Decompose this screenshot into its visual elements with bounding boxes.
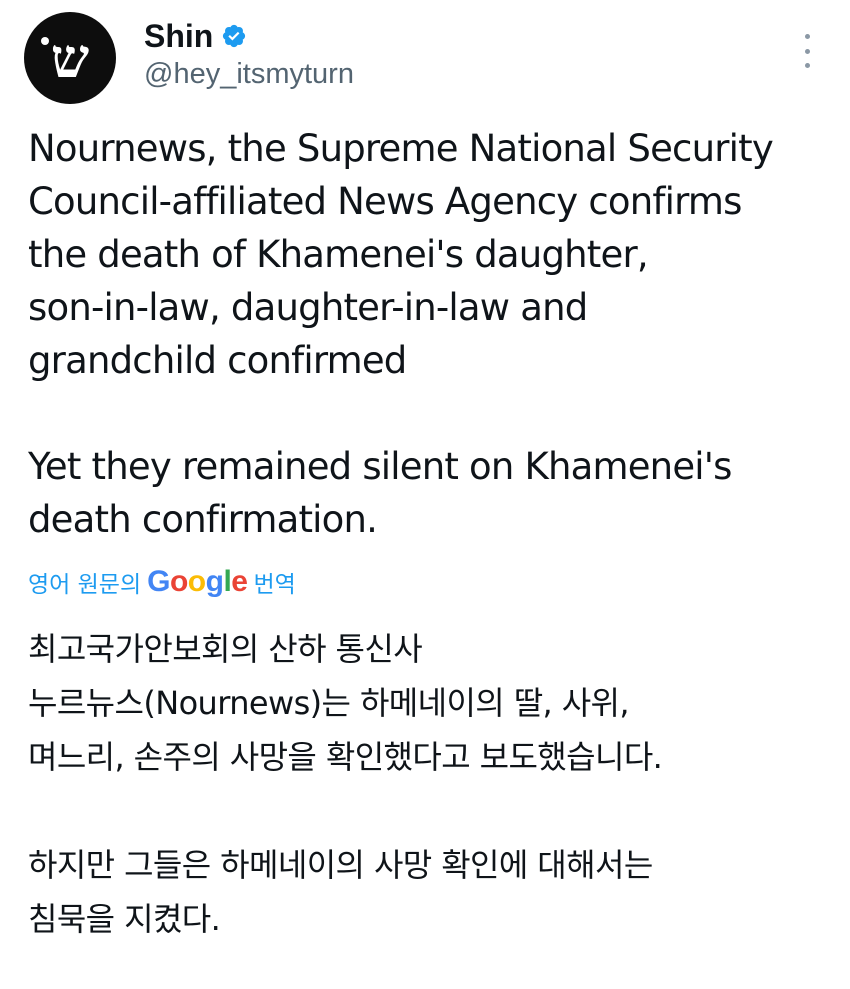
translation-label-after: 번역 (253, 572, 296, 598)
avatar-glyph: ש (50, 26, 90, 90)
translated-line: 누르뉴스(Nournews)는 하메네이의 딸, 사위, (28, 684, 630, 722)
avatar[interactable]: ש (24, 12, 116, 104)
author-display-name[interactable]: Shin (144, 18, 213, 55)
translated-line: 하지만 그들은 하메네이의 사망 확인에 대해서는 (28, 846, 653, 884)
verified-badge-icon (223, 24, 246, 48)
more-vertical-icon-dot (804, 48, 810, 54)
translation-label-before: 영어 원문의 (28, 572, 142, 598)
translated-tweet-body: 최고국가안보회의 산하 통신사 누르뉴스(Nournews)는 하메네이의 딸,… (28, 622, 828, 946)
translated-line: 며느리, 손주의 사망을 확인했다고 보도했습니다. (28, 738, 663, 776)
google-logo: Google (147, 565, 248, 598)
translated-line: 최고국가안보회의 산하 통신사 (28, 630, 423, 668)
tweet-line: grandchild confirmed (28, 339, 407, 382)
tweet-line: Council-affiliated News Agency confirms (28, 180, 742, 223)
tweet-line: Yet they remained silent on Khamenei's (28, 445, 732, 488)
more-vertical-icon-dot (804, 63, 810, 68)
tweet-line: death confirmation. (28, 498, 378, 541)
more-vertical-icon-dot (804, 34, 810, 39)
tweet-body: Nournews, the Supreme National Security … (28, 122, 828, 546)
author-name-row: Shin (144, 16, 247, 56)
avatar-dot-decoration (41, 37, 49, 45)
tweet-line: the death of Khamenei's daughter, (28, 233, 649, 276)
tweet-line: son-in-law, daughter-in-law and (28, 286, 588, 329)
tweet-line: Nournews, the Supreme National Security (28, 127, 774, 170)
more-options-button[interactable] (796, 34, 818, 68)
translation-attribution-link[interactable]: 영어 원문의 Google 번역 (28, 562, 296, 602)
author-handle[interactable]: @hey_itsmyturn (144, 58, 354, 91)
translated-line: 침묵을 지켰다. (28, 900, 221, 938)
